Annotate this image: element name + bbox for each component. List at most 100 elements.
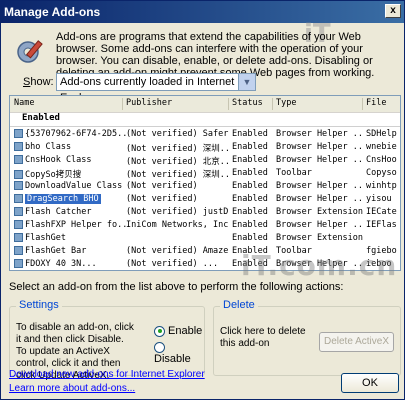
table-row[interactable]: FlashFXP Helper fo... IniCom Networks, In… bbox=[10, 219, 400, 232]
addon-name-text: FlashGet bbox=[25, 233, 66, 243]
publisher-cell: (Not verified) 深圳... bbox=[126, 144, 230, 154]
addon-name-text: DragSearch BHO bbox=[25, 194, 101, 204]
type-cell: Browser Helper ... bbox=[276, 142, 364, 152]
delete-activex-button[interactable]: Delete ActiveX bbox=[319, 332, 394, 352]
manage-addons-window: Manage Add-ons x iT Add-ons are programs… bbox=[0, 0, 405, 400]
addon-name-cell: DragSearch BHO bbox=[14, 194, 126, 204]
addon-icon bbox=[14, 207, 23, 216]
group-enabled: Enabled bbox=[10, 113, 400, 127]
list-header: Name Publisher Status Type File bbox=[10, 96, 400, 113]
type-cell: Browser Extension bbox=[276, 207, 363, 217]
delete-text: Click here to delete this add-on bbox=[220, 326, 306, 349]
column-header-file[interactable]: File bbox=[366, 98, 386, 108]
enable-label: Enable bbox=[168, 325, 203, 337]
watermark: iT.com.cn bbox=[241, 249, 398, 282]
addon-icon bbox=[14, 259, 23, 268]
table-row[interactable]: bho Class (Not verified) 深圳... Enabled Brow… bbox=[10, 141, 400, 154]
status-cell: Enabled bbox=[232, 129, 268, 139]
addon-name-cell: Flash Catcher bbox=[14, 207, 126, 217]
column-header-publisher[interactable]: Publisher bbox=[126, 98, 172, 108]
delete-title: Delete bbox=[220, 299, 258, 311]
status-cell: Enabled bbox=[232, 181, 268, 191]
addon-icon bbox=[14, 142, 23, 151]
addons-list[interactable]: Name Publisher Status Type File Enabled … bbox=[9, 95, 401, 271]
type-cell: Browser Helper ... bbox=[276, 155, 364, 165]
file-cell: SDHelp bbox=[366, 129, 397, 139]
status-cell: Enabled bbox=[232, 194, 268, 204]
status-cell: Enabled bbox=[232, 220, 268, 230]
gear-wrench-icon bbox=[17, 40, 43, 63]
addon-name-cell: FlashGet bbox=[14, 233, 126, 243]
file-cell: IEFlas bbox=[366, 220, 397, 230]
publisher-cell: (Not verified) Amaze... bbox=[126, 246, 230, 256]
file-cell: wnebie bbox=[366, 142, 397, 152]
addon-name-text: Flash Catcher bbox=[25, 207, 92, 217]
table-row[interactable]: FlashGet Enabled Browser Extension bbox=[10, 232, 400, 245]
column-header-type[interactable]: Type bbox=[276, 98, 296, 108]
table-row[interactable]: CopySo拷贝搜 (Not verified) 深圳... Enabled Tool… bbox=[10, 167, 400, 180]
type-cell: Browser Helper ... bbox=[276, 194, 364, 204]
table-row[interactable]: {53707962-6F74-2D5... (Not verified) Safe… bbox=[10, 128, 400, 141]
status-cell: Enabled bbox=[232, 142, 268, 152]
download-addons-link[interactable]: Download new add-ons for Internet Explor… bbox=[9, 369, 205, 380]
file-cell: CnsHoo bbox=[366, 155, 397, 165]
addon-name-cell: CopySo拷贝搜 bbox=[14, 168, 126, 180]
file-cell: winhtp bbox=[366, 181, 397, 191]
addon-name-text: FlashFXP Helper fo... bbox=[25, 220, 126, 230]
addon-name-cell: CnsHook Class bbox=[14, 155, 126, 165]
close-button[interactable]: x bbox=[385, 4, 401, 18]
chevron-down-icon[interactable]: ▼ bbox=[238, 74, 255, 90]
enable-radio[interactable]: Enable bbox=[154, 325, 202, 337]
status-cell: Enabled bbox=[232, 207, 268, 217]
intro-text: Add-ons are programs that extend the cap… bbox=[56, 31, 375, 79]
addon-name-text: CnsHook Class bbox=[25, 155, 92, 165]
radio-unselected-icon[interactable] bbox=[154, 341, 165, 353]
table-row[interactable]: Flash Catcher (Not verified) justD...Enab… bbox=[10, 206, 400, 219]
delete-group: Delete Click here to delete this add-on … bbox=[213, 299, 401, 376]
type-cell: Browser Extension bbox=[276, 233, 363, 243]
status-cell: Enabled bbox=[232, 233, 268, 243]
addon-icon bbox=[14, 155, 23, 164]
column-header-name[interactable]: Name bbox=[14, 98, 34, 108]
addon-name-text: FDOXY 40 3N... bbox=[25, 259, 97, 269]
publisher-cell: (Not verified) bbox=[126, 181, 198, 191]
addon-icon bbox=[14, 194, 23, 203]
addon-name-cell: DownloadValue Class bbox=[14, 181, 126, 191]
addon-name-cell: FlashGet Bar bbox=[14, 246, 126, 256]
settings-group: Settings To disable an add-on, click it … bbox=[9, 299, 205, 381]
addon-icon bbox=[14, 129, 23, 138]
disable-label: Disable bbox=[154, 353, 191, 365]
column-header-status[interactable]: Status bbox=[232, 98, 263, 108]
learn-more-link[interactable]: Learn more about add-ons... bbox=[9, 383, 135, 394]
type-cell: Browser Helper ... bbox=[276, 181, 364, 191]
title-bar: Manage Add-ons x bbox=[1, 1, 404, 23]
publisher-cell: (Not verified) 北京... bbox=[126, 157, 230, 167]
publisher-cell: IniCom Networks, Inc. bbox=[126, 220, 230, 230]
publisher-cell: (Not verified) ... bbox=[126, 259, 219, 269]
table-row[interactable]: DownloadValue Class (Not verified) Enabled… bbox=[10, 180, 400, 193]
addon-name-text: {53707962-6F74-2D5... bbox=[25, 129, 126, 139]
ok-button[interactable]: OK bbox=[341, 373, 399, 393]
radio-selected-icon[interactable] bbox=[154, 325, 165, 337]
table-row[interactable]: CnsHook Class (Not verified) 北京... Enabled… bbox=[10, 154, 400, 167]
addon-name-text: FlashGet Bar bbox=[25, 246, 87, 256]
type-cell: Toolbar bbox=[276, 168, 312, 178]
addon-icon bbox=[14, 181, 23, 190]
table-row[interactable]: DragSearch BHO (Not verified) Enabled Brows… bbox=[10, 193, 400, 206]
addon-name-cell: bho Class bbox=[14, 142, 126, 152]
addon-icon bbox=[14, 246, 23, 255]
addon-icon bbox=[14, 170, 23, 179]
addon-name-cell: FlashFXP Helper fo... bbox=[14, 220, 126, 230]
disable-radio[interactable]: Disable bbox=[154, 341, 204, 365]
show-dropdown[interactable]: Add-ons currently loaded in Internet Exp… bbox=[56, 73, 256, 104]
addon-icon bbox=[14, 233, 23, 242]
status-cell: Enabled bbox=[232, 155, 268, 165]
status-cell: Enabled bbox=[232, 168, 268, 178]
window-title: Manage Add-ons bbox=[4, 5, 101, 19]
addon-icon bbox=[14, 220, 23, 229]
type-cell: Browser Helper ... bbox=[276, 220, 364, 230]
show-label: Show: bbox=[23, 76, 54, 88]
addon-name-text: bho Class bbox=[25, 142, 72, 152]
publisher-cell: (Not verified) justD... bbox=[126, 207, 230, 217]
file-cell: IECate bbox=[366, 207, 397, 217]
